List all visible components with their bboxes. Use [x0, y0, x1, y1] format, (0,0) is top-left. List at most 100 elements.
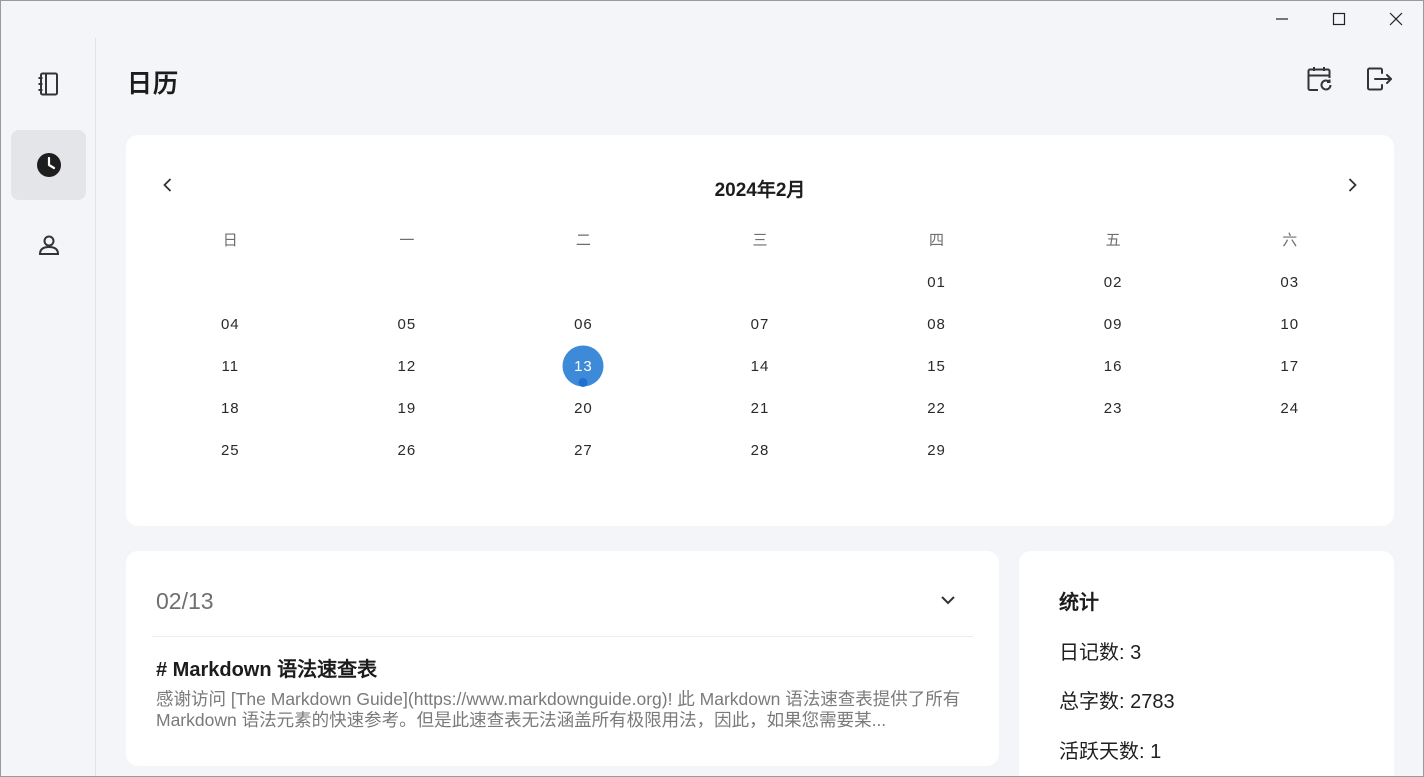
- calendar-refresh-icon: [1307, 67, 1332, 91]
- weekday-label: 五: [1105, 232, 1121, 249]
- clock-icon: [36, 153, 61, 177]
- calendar-day-number: 09: [1103, 315, 1123, 333]
- stat-entry-count: 日记数: 3: [1059, 642, 1142, 664]
- calendar-day[interactable]: 26: [319, 429, 496, 471]
- calendar-blank-cell: [495, 261, 672, 303]
- weekday-label: 一: [399, 232, 415, 249]
- calendar-day[interactable]: 04: [142, 303, 319, 345]
- calendar-day-number: 02: [1103, 273, 1123, 291]
- calendar-day[interactable]: 10: [1201, 303, 1378, 345]
- sidebar-item-profile[interactable]: [11, 210, 86, 280]
- sidebar: [0, 38, 96, 777]
- close-button[interactable]: [1367, 0, 1424, 38]
- calendar-day[interactable]: 14: [672, 345, 849, 387]
- calendar-day-selected[interactable]: 13: [495, 345, 672, 387]
- entry-indicator-dot: [578, 378, 588, 387]
- calendar-day[interactable]: 03: [1201, 261, 1378, 303]
- weekday-label: 三: [752, 232, 768, 249]
- calendar-day-number: 13: [574, 357, 593, 375]
- stats-card: 统计 日记数: 3 总字数: 2783 活跃天数: 1: [1019, 551, 1394, 777]
- calendar-day-number: 28: [750, 441, 770, 459]
- calendar-day-number: 12: [397, 357, 417, 375]
- chevron-down-icon: [941, 596, 955, 605]
- calendar-day[interactable]: 07: [672, 303, 849, 345]
- calendar-day-number: 22: [927, 399, 946, 417]
- entry-title: # Markdown 语法速查表: [156, 659, 378, 681]
- calendar-day[interactable]: 02: [1025, 261, 1202, 303]
- calendar-day-number: 27: [574, 441, 593, 459]
- weekday-label: 四: [929, 232, 945, 249]
- calendar-day[interactable]: 18: [142, 387, 319, 429]
- calendar-day-number: 03: [1280, 273, 1300, 291]
- weekday-label: 日: [222, 232, 238, 249]
- calendar-day[interactable]: 15: [848, 345, 1025, 387]
- export-button[interactable]: [1364, 64, 1394, 94]
- calendar-day[interactable]: 05: [319, 303, 496, 345]
- calendar-blank-cell: [142, 261, 319, 303]
- window-controls: [1253, 0, 1424, 38]
- calendar-day[interactable]: 09: [1025, 303, 1202, 345]
- calendar-day[interactable]: 21: [672, 387, 849, 429]
- calendar-day[interactable]: 01: [848, 261, 1025, 303]
- calendar-day-number: 15: [927, 357, 946, 375]
- next-month-button[interactable]: [1339, 172, 1365, 198]
- calendar-day[interactable]: 11: [142, 345, 319, 387]
- calendar-day-number: 14: [750, 357, 770, 375]
- calendar-day[interactable]: 23: [1025, 387, 1202, 429]
- calendar-day[interactable]: 28: [672, 429, 849, 471]
- calendar-card: 2024年2月 日 一 二 三 四 五 六 01 02 03 04 05 06 07 08 09 10 11 12…: [126, 135, 1394, 526]
- entry-date: 02/13: [156, 588, 214, 614]
- calendar-day[interactable]: 19: [319, 387, 496, 429]
- calendar-day-number: 29: [927, 441, 946, 459]
- calendar-day-number: 24: [1280, 399, 1300, 417]
- calendar-blank-cell: [319, 261, 496, 303]
- calendar-day-number: 21: [750, 399, 770, 417]
- calendar-day-number: 11: [221, 357, 240, 375]
- weekday-label: 六: [1282, 232, 1298, 249]
- calendar-day-number: 25: [220, 441, 240, 459]
- calendar-day-number: 06: [574, 315, 593, 333]
- calendar-grid: 01 02 03 04 05 06 07 08 09 10 11 12 13 14 15 16 17 18 19 20…: [142, 261, 1378, 471]
- chevron-right-icon: [1348, 178, 1357, 192]
- maximize-button[interactable]: [1310, 0, 1367, 38]
- calendar-day-number: 07: [750, 315, 770, 333]
- calendar-day[interactable]: 16: [1025, 345, 1202, 387]
- calendar-day[interactable]: 08: [848, 303, 1025, 345]
- calendar-day[interactable]: 25: [142, 429, 319, 471]
- sidebar-item-calendar[interactable]: [11, 130, 86, 200]
- calendar-day[interactable]: 12: [319, 345, 496, 387]
- calendar-day-number: 16: [1103, 357, 1123, 375]
- calendar-day-number: 19: [397, 399, 417, 417]
- calendar-day[interactable]: 22: [848, 387, 1025, 429]
- expand-entry-button[interactable]: [935, 587, 961, 613]
- calendar-day-number: 17: [1280, 357, 1300, 375]
- calendar-day-number: 26: [397, 441, 417, 459]
- weekday-label: 二: [575, 232, 591, 249]
- calendar-day-number: 23: [1103, 399, 1123, 417]
- calendar-day-number: 08: [927, 315, 946, 333]
- minimize-button[interactable]: [1253, 0, 1310, 38]
- calendar-day-number: 05: [397, 315, 417, 333]
- calendar-day-number: 18: [220, 399, 240, 417]
- export-icon: [1367, 67, 1392, 91]
- diary-entry-card[interactable]: 02/13 # Markdown 语法速查表 感谢访问 [The Markdow…: [126, 551, 999, 766]
- calendar-day-number: 04: [220, 315, 240, 333]
- entry-preview: 感谢访问 [The Markdown Guide](https://www.ma…: [156, 689, 961, 730]
- calendar-day-number: 20: [574, 399, 593, 417]
- sidebar-item-notebook[interactable]: [11, 49, 86, 119]
- calendar-day[interactable]: 29: [848, 429, 1025, 471]
- header-actions: [1304, 64, 1394, 94]
- calendar-refresh-button[interactable]: [1304, 64, 1334, 94]
- notebook-icon: [38, 72, 58, 96]
- maximize-icon: [1332, 12, 1345, 26]
- close-icon: [1389, 12, 1402, 26]
- stat-active-days: 活跃天数: 1: [1059, 741, 1162, 763]
- calendar-day[interactable]: 24: [1201, 387, 1378, 429]
- person-icon: [38, 235, 59, 255]
- calendar-day[interactable]: 20: [495, 387, 672, 429]
- calendar-day[interactable]: 06: [495, 303, 672, 345]
- stat-word-count: 总字数: 2783: [1059, 691, 1175, 713]
- calendar-day[interactable]: 27: [495, 429, 672, 471]
- weekday-header: 日一二三四五六: [142, 229, 1378, 250]
- calendar-day[interactable]: 17: [1201, 345, 1378, 387]
